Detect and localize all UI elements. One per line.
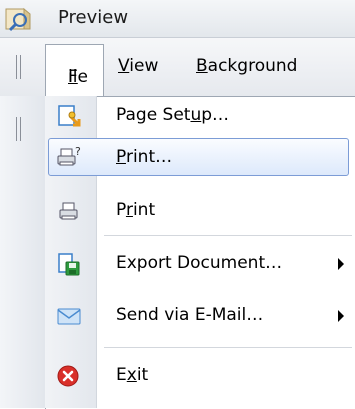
left-toolbar-strip: [0, 96, 45, 408]
print-dialog-label: rint…: [125, 147, 173, 167]
menu-item-print[interactable]: Print: [46, 191, 355, 231]
menu-separator-2: [104, 347, 352, 348]
page-setup-icon: [58, 105, 81, 127]
menu-view-label: iew: [129, 56, 159, 76]
submenu-arrow-icon-2: [338, 310, 344, 322]
menu-item-exit[interactable]: Exit: [46, 356, 355, 396]
title-bar: Preview: [0, 0, 355, 38]
email-icon: [57, 308, 81, 325]
preview-app-icon: [5, 7, 31, 32]
menu-file[interactable]: File: [45, 44, 104, 97]
print-dialog-mnemonic: P: [116, 147, 126, 167]
toolbar-grip[interactable]: [16, 55, 21, 79]
exit-mnemonic: x: [126, 365, 137, 385]
menu-separator: [104, 235, 352, 236]
window-title: Preview: [58, 7, 129, 28]
menu-item-print-dialog[interactable]: ? Print…: [48, 138, 349, 176]
print-mnemonic: r: [125, 200, 133, 220]
menu-view[interactable]: View: [118, 56, 158, 76]
page-setup-mnemonic: u: [190, 105, 202, 125]
menu-item-export-document[interactable]: Export Document…: [46, 244, 355, 284]
page-setup-label: Page Set: [116, 105, 191, 125]
menu-background-mnemonic: B: [196, 56, 208, 76]
page-setup-label-end: p…: [201, 105, 230, 125]
exit-icon: [57, 365, 79, 387]
menu-file-label: ile: [68, 67, 88, 87]
menu-background-label: ackground: [207, 56, 298, 76]
exit-label: it: [136, 365, 149, 385]
exit-label-pre: E: [116, 365, 127, 385]
menu-background[interactable]: Background: [196, 56, 297, 76]
menu-item-send-email[interactable]: Send via E-Mail…: [46, 296, 355, 336]
send-email-label: Send via E-Mail…: [116, 305, 264, 325]
print-dialog-icon: ?: [57, 145, 81, 166]
export-document-icon: [58, 253, 80, 276]
export-document-label: Export Document…: [116, 253, 283, 273]
print-label: int: [132, 200, 156, 220]
toolbar-grip-2[interactable]: [16, 117, 21, 141]
submenu-arrow-icon: [338, 258, 344, 270]
svg-text:?: ?: [75, 145, 81, 158]
printer-icon: [59, 202, 78, 220]
menu-view-mnemonic: V: [118, 56, 130, 76]
menu-item-page-setup[interactable]: Page Setup…: [46, 96, 355, 136]
print-label-pre: P: [116, 200, 126, 220]
